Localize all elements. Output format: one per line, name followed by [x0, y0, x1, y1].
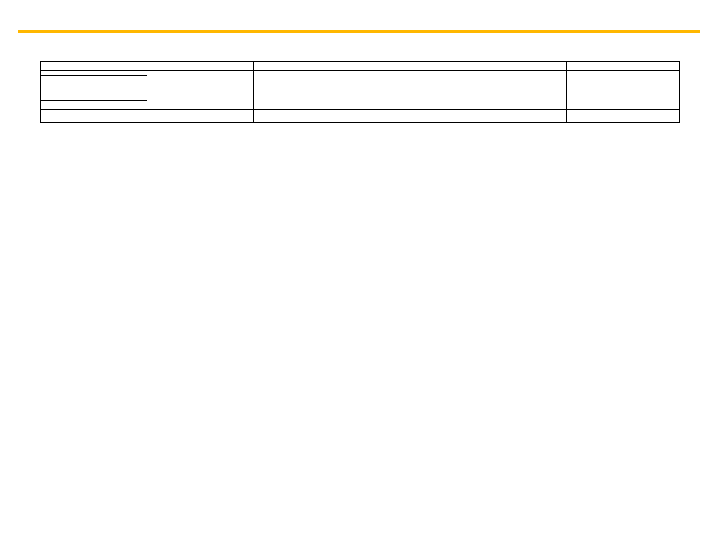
table-row — [41, 118, 680, 123]
title-underline — [18, 30, 700, 33]
results-table — [40, 61, 680, 123]
cell-states — [360, 118, 460, 123]
cell-msg — [254, 118, 361, 123]
cell-trans — [460, 118, 567, 123]
slide — [0, 0, 720, 540]
cell-source — [41, 118, 148, 123]
cell-name — [147, 118, 254, 123]
cell-pass — [567, 118, 680, 123]
page-title — [0, 0, 720, 30]
